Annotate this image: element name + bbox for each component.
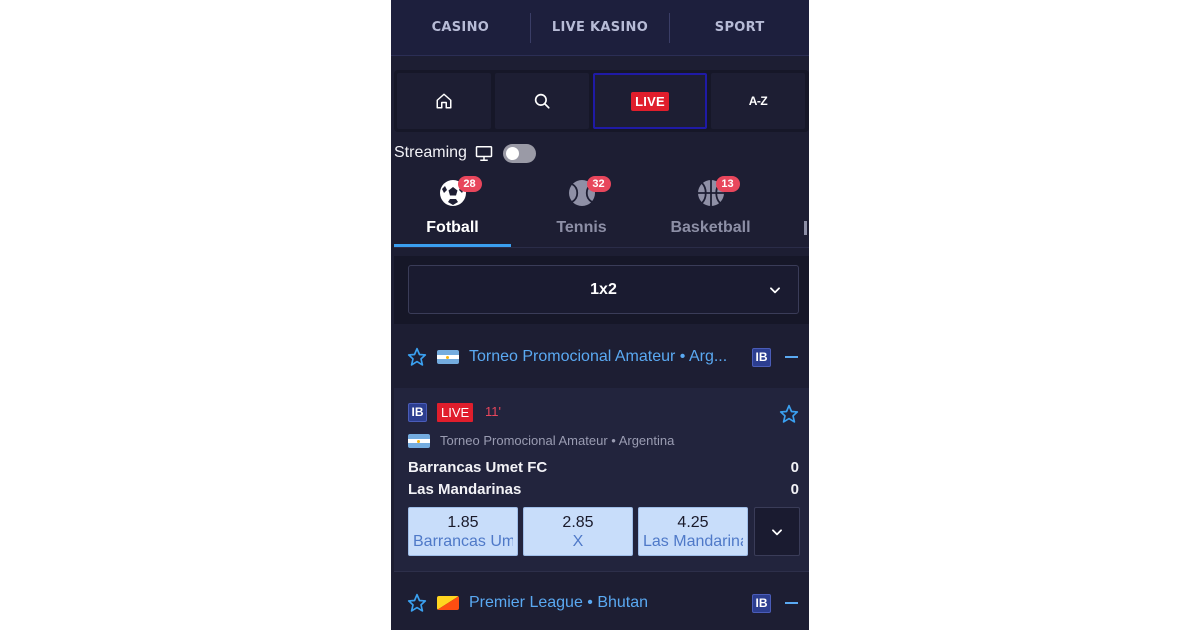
active-indicator: [394, 244, 511, 247]
more-markets-button[interactable]: [754, 507, 800, 556]
odd-label: Las Mandarinas: [643, 533, 743, 550]
star-icon[interactable]: [407, 347, 427, 367]
next-tab-peek: [804, 221, 807, 235]
collapse-icon[interactable]: [785, 602, 798, 604]
monitor-icon: [475, 145, 493, 161]
home-team: Barrancas Umet FC: [408, 459, 548, 476]
odd-label: X: [572, 533, 584, 550]
nav-sport[interactable]: SPORT: [670, 20, 809, 35]
competition-name: Torneo Promocional Amateur • Argentina: [440, 433, 675, 448]
market-selector-area: 1x2: [394, 256, 809, 324]
home-icon: [436, 93, 452, 109]
toggle-knob: [505, 146, 519, 160]
tab-football[interactable]: 28 Fotball: [394, 172, 511, 248]
home-tab[interactable]: [397, 73, 491, 129]
star-icon[interactable]: [779, 404, 799, 424]
market-value: 1x2: [590, 280, 617, 298]
live-tab[interactable]: LIVE: [593, 73, 707, 129]
nav-casino[interactable]: CASINO: [391, 20, 530, 35]
away-team: Las Mandarinas: [408, 481, 522, 498]
quick-tabs: LIVE A-Z: [394, 70, 809, 132]
argentina-flag-icon: [408, 434, 430, 448]
collapse-icon[interactable]: [785, 356, 798, 358]
odd-value: 4.25: [677, 514, 709, 531]
league-header[interactable]: Premier League • Bhutan IB: [394, 572, 809, 630]
odd-button-draw[interactable]: 2.85 X: [523, 507, 633, 556]
live-label: LIVE: [631, 91, 669, 111]
odds-row: 1.85 Barrancas Umet FC 2.85 X 4.25 Las M…: [408, 507, 800, 556]
odd-label: Barrancas Umet FC: [413, 533, 513, 550]
streaming-toggle[interactable]: [502, 143, 536, 163]
chevron-down-icon: [772, 528, 782, 535]
search-icon: [534, 93, 550, 109]
argentina-flag-icon: [437, 350, 459, 364]
tab-tennis[interactable]: 32 Tennis: [523, 172, 640, 248]
tab-basketball[interactable]: 13 Basketball: [652, 172, 769, 248]
mobile-sportsbook-view: CASINO LIVE KASINO SPORT LIVE A-Z Stream…: [391, 0, 809, 630]
count-badge: 32: [586, 176, 611, 192]
search-tab[interactable]: [495, 73, 589, 129]
league-title: Torneo Promocional Amateur • Arg...: [469, 348, 728, 365]
away-score: 0: [790, 481, 799, 498]
market-dropdown[interactable]: 1x2: [408, 265, 799, 314]
chevron-down-icon: [770, 287, 780, 294]
sport-name: Basketball: [670, 219, 751, 236]
ib-badge: IB: [408, 403, 427, 422]
count-badge: 13: [715, 176, 740, 192]
count-badge: 28: [457, 176, 482, 192]
match-minute: 11': [485, 404, 501, 419]
ib-badge: IB: [752, 593, 771, 613]
star-icon[interactable]: [407, 593, 427, 613]
streaming-label: Streaming: [394, 144, 467, 161]
odd-value: 1.85: [447, 514, 479, 531]
event-card[interactable]: IB LIVE 11' Torneo Promocional Amateur •…: [394, 388, 809, 572]
odd-value: 2.85: [562, 514, 594, 531]
az-label: A-Z: [748, 94, 768, 108]
odd-button-home[interactable]: 1.85 Barrancas Umet FC: [408, 507, 518, 556]
category-nav: CASINO LIVE KASINO SPORT: [391, 0, 809, 56]
ib-badge: IB: [752, 347, 771, 367]
sport-name: Tennis: [556, 219, 607, 236]
az-tab[interactable]: A-Z: [711, 73, 805, 129]
league-title: Premier League • Bhutan: [469, 594, 649, 611]
sport-tabs: 28 Fotball 32 Tennis 13 Basketball: [394, 172, 809, 248]
streaming-filter: Streaming: [394, 142, 536, 164]
live-badge: LIVE: [437, 403, 474, 422]
nav-live-kasino[interactable]: LIVE KASINO: [531, 20, 670, 35]
odd-button-away[interactable]: 4.25 Las Mandarinas: [638, 507, 748, 556]
league-header[interactable]: Torneo Promocional Amateur • Arg... IB: [394, 326, 809, 388]
home-score: 0: [790, 459, 799, 476]
sport-name: Fotball: [426, 219, 479, 236]
bhutan-flag-icon: [437, 596, 459, 610]
